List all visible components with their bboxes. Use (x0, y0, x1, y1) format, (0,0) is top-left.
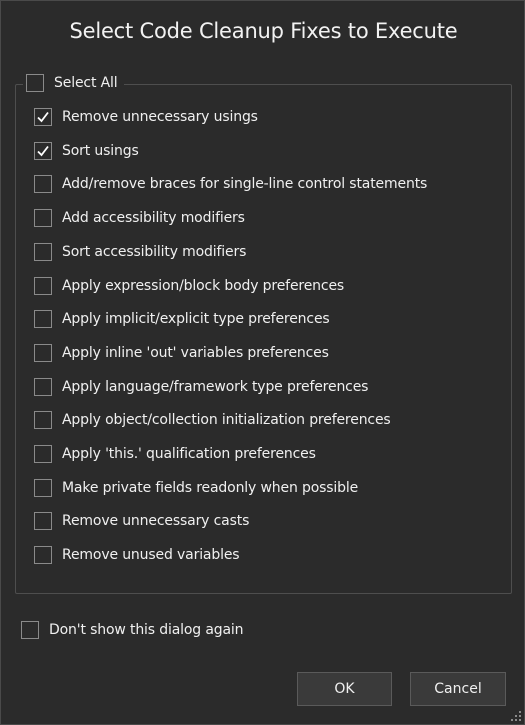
fix-option[interactable]: Apply language/framework type preference… (34, 376, 368, 398)
select-all-option[interactable]: Select All (23, 72, 124, 94)
fix-checkbox[interactable] (34, 344, 52, 362)
fix-checkbox[interactable] (34, 277, 52, 295)
fix-label: Apply expression/block body preferences (62, 278, 345, 294)
fix-checkbox[interactable] (34, 310, 52, 328)
fix-option[interactable]: Apply inline 'out' variables preferences (34, 342, 329, 364)
fix-label: Make private fields readonly when possib… (62, 480, 359, 496)
fix-checkbox[interactable] (34, 209, 52, 227)
fix-label: Apply language/framework type preference… (62, 379, 369, 395)
fix-option[interactable]: Make private fields readonly when possib… (34, 477, 358, 499)
fix-option[interactable]: Add accessibility modifiers (34, 207, 245, 229)
fix-checkbox[interactable] (34, 175, 52, 193)
fix-option[interactable]: Add/remove braces for single-line contro… (34, 173, 427, 195)
fix-checkbox[interactable] (34, 546, 52, 564)
fix-checkbox[interactable] (34, 445, 52, 463)
cancel-button[interactable]: Cancel (410, 672, 506, 706)
fix-option[interactable]: Remove unnecessary casts (34, 510, 249, 532)
fix-label: Remove unnecessary usings (62, 109, 258, 125)
resize-grip-icon[interactable] (510, 710, 522, 722)
fix-label: Sort accessibility modifiers (62, 244, 247, 260)
dialog-title: Select Code Cleanup Fixes to Execute (69, 19, 458, 43)
code-cleanup-dialog: Select Code Cleanup Fixes to Execute Sel… (0, 0, 525, 725)
fix-checkbox[interactable] (34, 378, 52, 396)
select-all-checkbox[interactable] (26, 74, 44, 92)
dont-show-again-option[interactable]: Don't show this dialog again (21, 619, 244, 641)
fix-checkbox[interactable] (34, 108, 52, 126)
fix-option[interactable]: Remove unnecessary usings (34, 106, 258, 128)
fix-label: Remove unused variables (62, 547, 240, 563)
fix-option[interactable]: Apply expression/block body preferences (34, 275, 344, 297)
fix-checkbox[interactable] (34, 142, 52, 160)
fix-checkbox[interactable] (34, 479, 52, 497)
fix-checkbox[interactable] (34, 512, 52, 530)
fix-label: Sort usings (62, 143, 139, 159)
checkmark-icon (37, 145, 49, 157)
fix-option[interactable]: Apply 'this.' qualification preferences (34, 443, 316, 465)
fix-checkbox[interactable] (34, 243, 52, 261)
fix-checkbox[interactable] (34, 411, 52, 429)
fix-label: Add accessibility modifiers (62, 210, 245, 226)
fix-label: Add/remove braces for single-line contro… (62, 176, 428, 192)
dont-show-again-checkbox[interactable] (21, 621, 39, 639)
fix-option[interactable]: Apply object/collection initialization p… (34, 409, 391, 431)
fix-label: Apply implicit/explicit type preferences (62, 311, 330, 327)
select-all-label: Select All (54, 75, 118, 91)
fix-label: Remove unnecessary casts (62, 513, 250, 529)
ok-button[interactable]: OK (297, 672, 392, 706)
fix-label: Apply 'this.' qualification preferences (62, 446, 316, 462)
fix-option[interactable]: Remove unused variables (34, 544, 240, 566)
fix-option[interactable]: Sort accessibility modifiers (34, 241, 246, 263)
fix-label: Apply inline 'out' variables preferences (62, 345, 329, 361)
fix-option[interactable]: Sort usings (34, 140, 139, 162)
fix-option[interactable]: Apply implicit/explicit type preferences (34, 308, 330, 330)
dont-show-again-label: Don't show this dialog again (49, 622, 244, 638)
checkmark-icon (37, 111, 49, 123)
fix-label: Apply object/collection initialization p… (62, 412, 391, 428)
